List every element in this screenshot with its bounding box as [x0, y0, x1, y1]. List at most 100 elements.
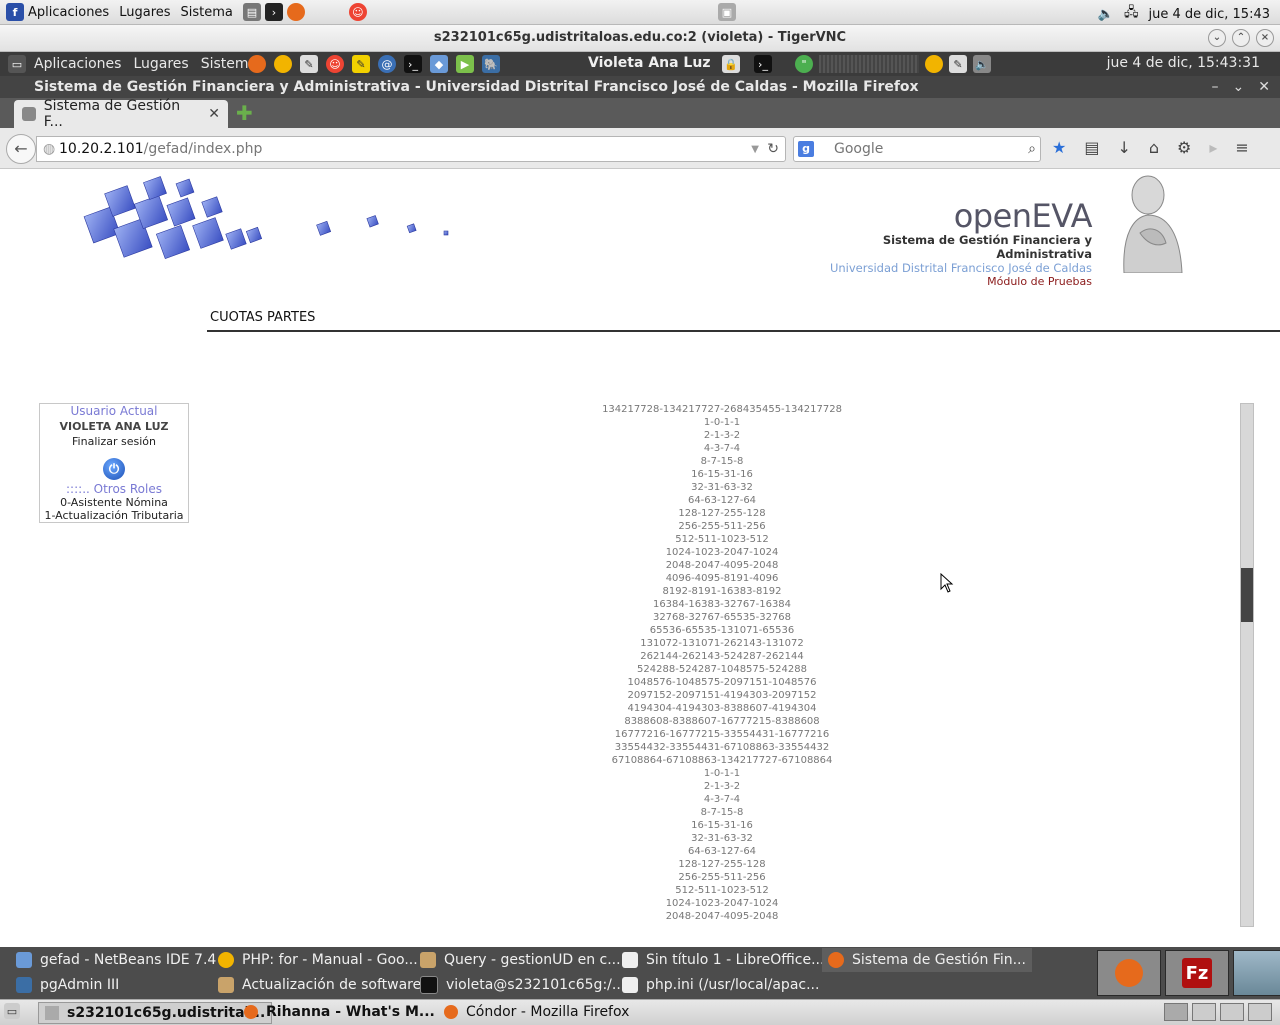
task-label: Sin título 1 - LibreOffice...: [646, 952, 825, 968]
downloads-icon[interactable]: ↓: [1117, 138, 1130, 157]
netbeans-launcher-icon[interactable]: ◆: [430, 55, 448, 73]
back-button[interactable]: ←: [6, 134, 36, 164]
section-divider: [207, 330, 1280, 332]
desktop-quick-icon[interactable]: [1233, 950, 1280, 996]
workspace-switcher[interactable]: [1164, 1003, 1272, 1021]
reload-icon[interactable]: ↻: [767, 141, 779, 157]
task-software-update[interactable]: Actualización de software: [218, 973, 421, 997]
host-menu-applications[interactable]: Aplicaciones: [28, 5, 109, 20]
task-php-ini[interactable]: php.ini (/usr/local/apac...: [622, 973, 819, 997]
terminal-tray-icon[interactable]: ›_: [754, 55, 772, 73]
remote-menu-places[interactable]: Lugares: [133, 56, 188, 72]
chrome-tray-icon[interactable]: [925, 55, 943, 73]
terminal-launcher-icon[interactable]: ›_: [404, 55, 422, 73]
output-line: 2-1-3-2: [703, 430, 741, 441]
software-launcher-icon[interactable]: ▶: [456, 55, 474, 73]
firefox-icon[interactable]: [286, 3, 305, 21]
scrollbar-thumb[interactable]: [1241, 568, 1253, 622]
firefox-launcher-icon[interactable]: [248, 55, 266, 73]
output-line: 64-63-127-64: [687, 846, 757, 857]
firefox-quick-icon[interactable]: [1097, 950, 1161, 996]
output-line: 16-15-31-16: [691, 469, 753, 480]
remote-taskbar: gefad - NetBeans IDE 7.4 PHP: for - Manu…: [0, 947, 1280, 999]
logout-link[interactable]: Finalizar sesión: [40, 435, 188, 448]
task-libreoffice[interactable]: Sin título 1 - LibreOffice...: [622, 948, 824, 972]
task-chrome[interactable]: PHP: for - Manual - Goo...: [218, 948, 418, 972]
tools-tray-icon[interactable]: ✎: [949, 55, 967, 73]
tools-launcher-icon[interactable]: ✎: [300, 55, 318, 73]
host-menu-places[interactable]: Lugares: [119, 5, 170, 20]
tab-sistema-gestion[interactable]: Sistema de Gestión F... ✕: [14, 98, 228, 130]
search-icon[interactable]: ⌕: [1028, 141, 1036, 157]
remote-clock[interactable]: jue 4 de dic, 15:43:31: [1107, 55, 1260, 71]
computer-icon[interactable]: ▭: [8, 55, 26, 73]
minimize-icon[interactable]: ⌄: [1208, 29, 1226, 47]
university-name: Universidad Distrital Francisco José de …: [829, 261, 1092, 275]
search-bar[interactable]: g ⌕: [793, 136, 1041, 162]
ff-minimize-icon[interactable]: –: [1212, 76, 1219, 98]
app-icon[interactable]: ☺: [348, 3, 367, 21]
url-path: /gefad/index.php: [143, 141, 263, 157]
task-terminal[interactable]: violeta@s232101c65g:/...: [420, 973, 625, 997]
google-icon[interactable]: g: [798, 141, 814, 157]
remote-menu-applications[interactable]: Aplicaciones: [34, 56, 121, 72]
notes-launcher-icon[interactable]: ✎: [352, 55, 370, 73]
maximize-icon[interactable]: ⌃: [1232, 29, 1250, 47]
host-menu-system[interactable]: Sistema: [181, 5, 233, 20]
bookmark-star-icon[interactable]: ★: [1052, 138, 1066, 157]
output-line: 131072-131071-262143-131072: [640, 638, 804, 649]
search-input[interactable]: [832, 140, 1006, 158]
bookmarks-list-icon[interactable]: ▤: [1084, 138, 1099, 157]
network-icon[interactable]: 🖧: [1124, 3, 1139, 25]
task-pgadmin[interactable]: pgAdmin III: [16, 973, 119, 997]
filezilla-quick-icon[interactable]: Fz: [1165, 950, 1229, 996]
power-icon[interactable]: ⏻: [103, 458, 125, 480]
host-task-rihanna[interactable]: Rihanna - What's M...: [244, 1002, 435, 1022]
vnc-window-titlebar[interactable]: s232101c65g.udistritaloas.edu.co:2 (viol…: [0, 25, 1280, 52]
tab-close-icon[interactable]: ✕: [208, 106, 220, 122]
new-tab-icon[interactable]: ✚: [236, 103, 253, 123]
task-query[interactable]: Query - gestionUD en c...: [420, 948, 621, 972]
remote-user-name[interactable]: Violeta Ana Luz: [588, 55, 710, 71]
pgadmin-launcher-icon[interactable]: 🐘: [482, 55, 500, 73]
output-line: 512-511-1023-512: [675, 885, 769, 896]
addon-icon[interactable]: ⚙: [1177, 138, 1191, 157]
show-desktop-icon[interactable]: ▭: [4, 1003, 20, 1019]
vnc-viewer-icon[interactable]: ▣: [718, 3, 736, 21]
app-launcher-icon[interactable]: ☺: [326, 55, 344, 73]
document-icon[interactable]: ▤: [242, 3, 261, 21]
menu-icon[interactable]: ≡: [1235, 138, 1248, 157]
volume-tray-icon[interactable]: 🔈: [973, 55, 991, 73]
cubes-logo-image: [83, 176, 449, 260]
mail-launcher-icon[interactable]: @: [378, 55, 396, 73]
output-line: 1024-1023-2047-1024: [665, 898, 779, 909]
url-bar[interactable]: ◍ 10.20.2.101/gefad/index.php ▼ ↻: [36, 136, 786, 162]
ff-maximize-icon[interactable]: ⌄: [1233, 76, 1245, 98]
home-icon[interactable]: ⌂: [1149, 138, 1159, 157]
task-netbeans[interactable]: gefad - NetBeans IDE 7.4: [16, 948, 216, 972]
terminal-icon[interactable]: ›: [264, 3, 283, 21]
fedora-icon[interactable]: f: [6, 3, 24, 21]
role-link[interactable]: 1-Actualización Tributaria: [40, 509, 188, 522]
scrollbar[interactable]: [1240, 403, 1254, 927]
ff-close-icon[interactable]: ✕: [1258, 76, 1270, 98]
host-task-condor[interactable]: Cóndor - Mozilla Firefox: [444, 1002, 629, 1022]
query-icon: [420, 952, 436, 968]
user-panel: Usuario Actual VIOLETA ANA LUZ Finalizar…: [39, 403, 189, 523]
hangouts-icon[interactable]: ": [795, 55, 813, 73]
output-line: 2048-2047-4095-2048: [665, 911, 779, 922]
output-line: 256-255-511-256: [678, 521, 766, 532]
host-task-vnc[interactable]: s232101c65g.udistrital...: [38, 1002, 273, 1024]
firefox-titlebar[interactable]: Sistema de Gestión Financiera y Administ…: [0, 76, 1280, 98]
output-line: 16384-16383-32767-16384: [652, 599, 792, 610]
url-dropdown-icon[interactable]: ▼: [751, 144, 759, 155]
output-line: 4194304-4194303-8388607-4194304: [627, 703, 817, 714]
role-link[interactable]: 0-Asistente Nómina: [40, 496, 188, 509]
volume-icon[interactable]: 🔈: [1098, 7, 1114, 22]
task-firefox-active[interactable]: Sistema de Gestión Fin...: [822, 948, 1032, 972]
lock-icon[interactable]: 🔒: [722, 55, 740, 73]
host-clock[interactable]: jue 4 de dic, 15:43: [1148, 7, 1270, 22]
close-icon[interactable]: ×: [1256, 29, 1274, 47]
chrome-launcher-icon[interactable]: [274, 55, 292, 73]
output-line: 256-255-511-256: [678, 872, 766, 883]
